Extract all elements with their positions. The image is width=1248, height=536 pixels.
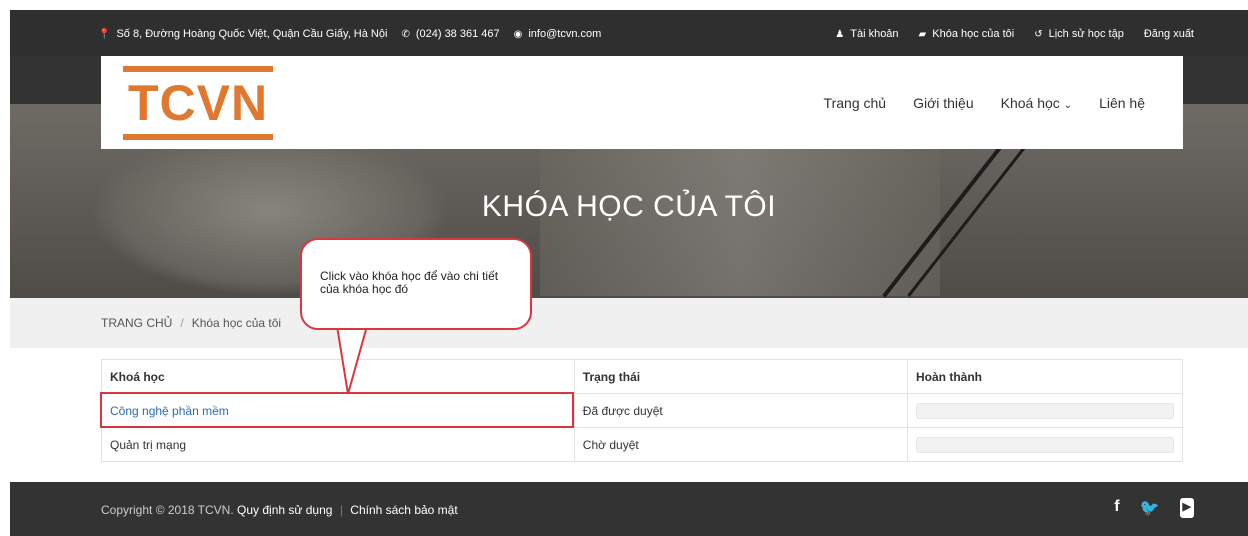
user-menu: ♟ Tài khoản ▰ Khóa học của tôi ↺ Lịch sử… — [835, 28, 1194, 40]
course-status: Chờ duyệt — [573, 427, 908, 462]
site-logo[interactable]: TCVN — [123, 66, 273, 140]
phone-item: ✆ (024) 38 361 467 — [401, 28, 499, 40]
page-title: KHÓA HỌC CỦA TÔI — [481, 190, 777, 223]
phone-icon: ✆ — [401, 28, 410, 40]
address-text: Số 8, Đường Hoàng Quốc Việt, Quận Cầu Gi… — [116, 28, 388, 40]
course-link[interactable]: Quản trị mạng — [101, 427, 575, 462]
callout-tail — [335, 326, 369, 395]
footer-copyright: Copyright © 2018 TCVN. Quy định sử dụng … — [101, 503, 458, 517]
progress-bar — [915, 402, 1174, 419]
contact-info: 📍 Số 8, Đường Hoàng Quốc Việt, Quận Cầu … — [98, 28, 601, 40]
breadcrumb-bar: TRANG CHỦ / Khóa học của tôi — [10, 298, 1248, 348]
callout-text: Click vào khóa học để vào chi tiết của k… — [320, 269, 499, 296]
copyright-text: Copyright © 2018 TCVN. — [101, 503, 234, 517]
logo-bar-bottom — [123, 134, 273, 140]
twitter-icon[interactable]: 🐦 — [1140, 498, 1160, 518]
email-icon: ◉ — [513, 28, 523, 40]
email-item[interactable]: ◉ info@tcvn.com — [514, 28, 602, 40]
progress-bar — [915, 436, 1174, 453]
my-courses-label[interactable]: Khóa học của tôi — [932, 28, 1014, 40]
youtube-icon[interactable]: ▶ — [1179, 498, 1194, 518]
table-row: Quản trị mạng Chờ duyệt — [101, 427, 1184, 462]
top-bar: 📍 Số 8, Đường Hoàng Quốc Việt, Quận Cầu … — [10, 10, 1248, 56]
breadcrumb-home[interactable]: TRANG CHỦ — [101, 316, 172, 330]
site-footer: Copyright © 2018 TCVN. Quy định sử dụng … — [10, 482, 1248, 536]
book-icon: ▰ — [918, 28, 927, 40]
annotation-highlight-box — [100, 392, 574, 428]
account-link[interactable]: ♟ Tài khoản — [835, 28, 898, 40]
user-icon: ♟ — [835, 28, 845, 40]
account-label[interactable]: Tài khoản — [850, 28, 898, 40]
nav-home[interactable]: Trang chủ — [824, 95, 887, 111]
page: 📍 Số 8, Đường Hoàng Quốc Việt, Quận Cầu … — [0, 0, 1248, 536]
phone-text: (024) 38 361 467 — [415, 28, 500, 40]
nav-courses[interactable]: Khoá học ⌄ — [1001, 95, 1072, 111]
breadcrumb-separator: / — [180, 316, 184, 330]
history-label[interactable]: Lịch sử học tập — [1049, 28, 1124, 40]
facebook-icon[interactable]: f — [1114, 498, 1119, 518]
breadcrumb: TRANG CHỦ / Khóa học của tôi — [101, 316, 281, 330]
logout-label[interactable]: Đăng xuất — [1144, 28, 1194, 40]
breadcrumb-current: Khóa học của tôi — [191, 316, 282, 330]
email-text[interactable]: info@tcvn.com — [528, 28, 601, 40]
privacy-link[interactable]: Chính sách bảo mật — [350, 503, 457, 517]
nav-about[interactable]: Giới thiệu — [913, 95, 974, 111]
course-progress-cell — [906, 393, 1184, 428]
address-item: 📍 Số 8, Đường Hoàng Quốc Việt, Quận Cầu … — [98, 28, 387, 40]
course-status: Đã được duyệt — [573, 393, 908, 428]
column-header-completion: Hoàn thành — [906, 359, 1184, 394]
footer-separator: | — [339, 503, 343, 517]
social-links: f 🐦 ▶ — [1114, 498, 1194, 518]
course-progress-cell — [906, 427, 1184, 462]
my-courses-link[interactable]: ▰ Khóa học của tôi — [919, 28, 1015, 40]
nav-contact[interactable]: Liên hệ — [1099, 95, 1145, 111]
history-icon: ↺ — [1034, 28, 1043, 40]
main-nav: Trang chủ Giới thiệu Khoá học ⌄ Liên hệ — [824, 95, 1145, 111]
logout-link[interactable]: Đăng xuất — [1144, 28, 1194, 40]
annotation-callout: Click vào khóa học để vào chi tiết của k… — [300, 238, 532, 330]
location-icon: 📍 — [98, 28, 111, 40]
column-header-status: Trạng thái — [573, 359, 908, 394]
logo-text: TCVN — [127, 75, 269, 131]
table-header-row: Khoá học Trạng thái Hoàn thành — [101, 359, 1184, 394]
site-header: TCVN Trang chủ Giới thiệu Khoá học ⌄ Liê… — [101, 56, 1183, 149]
chevron-down-icon: ⌄ — [1063, 100, 1073, 111]
nav-courses-label[interactable]: Khoá học — [1001, 95, 1060, 111]
logo-bar-top — [123, 66, 273, 72]
terms-link[interactable]: Quy định sử dụng — [237, 503, 332, 517]
browser-viewport: 📍 Số 8, Đường Hoàng Quốc Việt, Quận Cầu … — [10, 10, 1248, 536]
history-link[interactable]: ↺ Lịch sử học tập — [1034, 28, 1124, 40]
